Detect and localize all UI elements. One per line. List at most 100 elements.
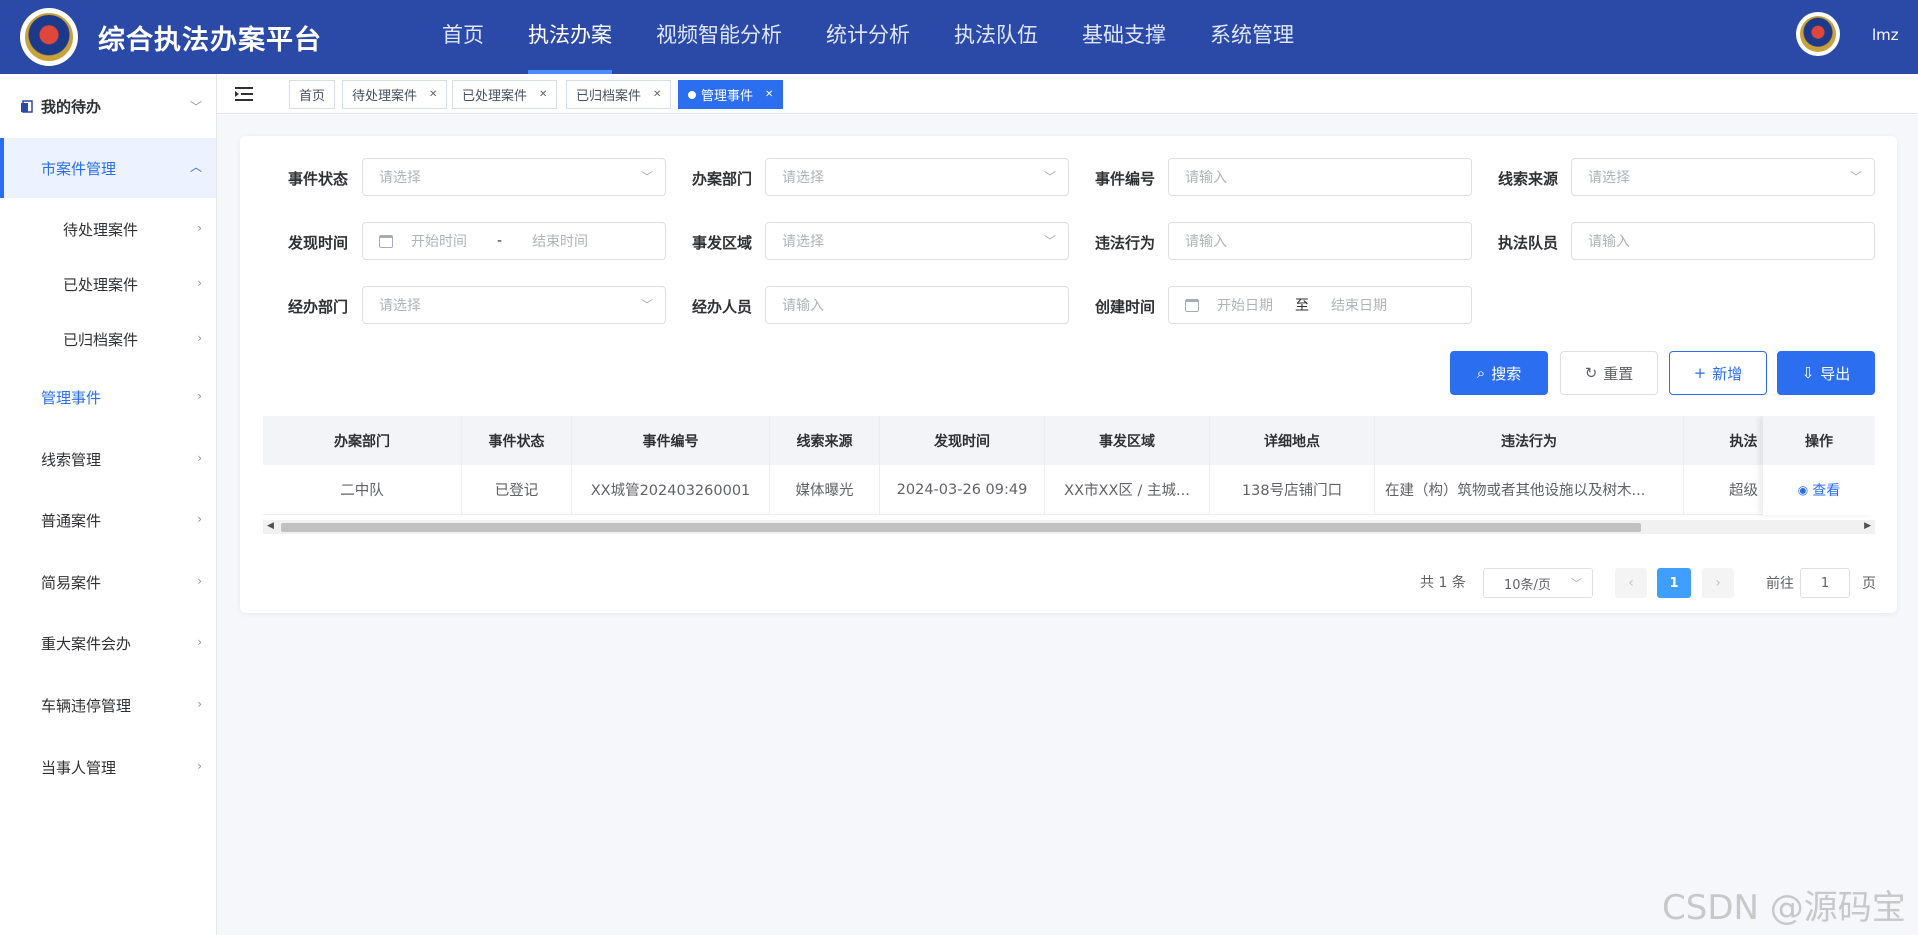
view-label: 查看 (1812, 483, 1841, 499)
sidebar-item-pending-cases[interactable]: 待处理案件 › (0, 201, 216, 257)
export-button[interactable]: ⇩ 导出 (1777, 351, 1875, 395)
close-icon[interactable]: ✕ (653, 89, 661, 100)
button-label: 新增 (1712, 364, 1743, 383)
nav-video-analysis[interactable]: 视频智能分析 (634, 0, 804, 74)
page-suffix: 页 (1862, 576, 1876, 592)
view-link[interactable]: ◉ 查看 (1763, 465, 1875, 515)
scroll-thumb[interactable] (281, 523, 1641, 532)
sidebar-item-manage-events[interactable]: 管理事件 › (0, 369, 216, 425)
goto-label: 前往 (1766, 576, 1794, 592)
sidebar-item-parking[interactable]: 车辆违停管理 › (0, 677, 216, 733)
prev-page-button[interactable]: ‹ (1615, 568, 1647, 598)
label-violation: 违法行为 (1094, 234, 1155, 252)
chevron-up-icon: ︿ (189, 160, 202, 174)
found-time-range[interactable]: 开始时间 - 结束时间 (362, 222, 666, 260)
page-size-select[interactable]: 10条/页 ﹀ (1483, 568, 1593, 598)
placeholder: 请输入 (1185, 170, 1227, 186)
dept-select[interactable]: 请选择 ﹀ (765, 158, 1069, 196)
add-button[interactable]: + 新增 (1669, 351, 1767, 395)
tag-processed-cases[interactable]: 已处理案件 ✕ (452, 80, 558, 109)
reset-button[interactable]: ↻ 重置 (1560, 351, 1658, 395)
chevron-right-icon: › (197, 221, 202, 235)
sidebar-item-label: 重大案件会办 (41, 634, 132, 653)
chevron-right-icon: › (197, 276, 202, 290)
sidebar-item-major-cases[interactable]: 重大案件会办 › (0, 615, 216, 671)
chevron-down-icon: ﹀ (189, 100, 202, 114)
chevron-right-icon: › (197, 635, 202, 649)
handle-dept-select[interactable]: 请选择 ﹀ (362, 286, 666, 324)
close-icon[interactable]: ✕ (765, 89, 773, 100)
nav-law-enforcement[interactable]: 执法办案 (506, 0, 634, 74)
range-end: 结束时间 (532, 234, 589, 250)
label-area: 事发区域 (691, 234, 752, 252)
label-member: 执法队员 (1497, 234, 1558, 252)
sidebar-item-label: 市案件管理 (41, 159, 117, 178)
export-icon: ⇩ (1801, 364, 1815, 382)
area-select[interactable]: 请选择 ﹀ (765, 222, 1069, 260)
tag-home[interactable]: 首页 (289, 80, 336, 109)
handler-input[interactable]: 请输入 (765, 286, 1069, 324)
tag-pending-cases[interactable]: 待处理案件 ✕ (342, 80, 448, 109)
chevron-right-icon: › (197, 697, 202, 711)
col-header: 事发区域 (1045, 416, 1210, 465)
chevron-right-icon: › (197, 512, 202, 526)
sidebar-item-simple-cases[interactable]: 简易案件 › (0, 554, 216, 610)
event-no-input[interactable]: 请输入 (1168, 158, 1472, 196)
placeholder: 请输入 (1185, 234, 1227, 250)
cell-violation: 在建（构）筑物或者其他设施以及树木... (1375, 465, 1684, 514)
violation-input[interactable]: 请输入 (1168, 222, 1472, 260)
sidebar-item-label: 已归档案件 (63, 330, 139, 349)
sidebar-item-my-todo[interactable]: 我的待办 ﹀ (0, 78, 216, 134)
close-icon[interactable]: ✕ (429, 89, 437, 100)
nav-team[interactable]: 执法队伍 (932, 0, 1060, 74)
chevron-down-icon: ﹀ (1043, 170, 1056, 184)
nav-system[interactable]: 系统管理 (1188, 0, 1316, 74)
top-header: 综合执法办案平台 首页 执法办案 视频智能分析 统计分析 执法队伍 基础支撑 系… (0, 0, 1918, 74)
event-status-select[interactable]: 请选择 ﹀ (362, 158, 666, 196)
create-time-range[interactable]: 开始日期 至 结束日期 (1168, 286, 1472, 324)
todo-icon (21, 100, 33, 113)
nav-support[interactable]: 基础支撑 (1060, 0, 1188, 74)
col-header: 发现时间 (880, 416, 1045, 465)
page-number-current[interactable]: 1 (1657, 568, 1691, 598)
scroll-right-icon[interactable]: ▶ (1864, 521, 1871, 531)
calendar-icon (1185, 298, 1199, 312)
table-header: 办案部门 事件状态 事件编号 线索来源 发现时间 事发区域 详细地点 违法行为 … (263, 416, 1804, 465)
table-row[interactable]: 二中队 已登记 XX城管202403260001 媒体曝光 2024-03-26… (263, 465, 1804, 515)
scroll-left-icon[interactable]: ◀ (267, 521, 274, 531)
chevron-right-icon: › (197, 759, 202, 773)
cell-status: 已登记 (462, 465, 572, 514)
goto-page-input[interactable]: 1 (1800, 568, 1850, 598)
sidebar-item-normal-cases[interactable]: 普通案件 › (0, 492, 216, 548)
nav-home[interactable]: 首页 (420, 0, 506, 74)
sidebar-item-parties[interactable]: 当事人管理 › (0, 739, 216, 795)
sidebar-item-label: 待处理案件 (63, 220, 139, 239)
col-header-op: 操作 (1763, 416, 1875, 465)
sidebar-item-archived-cases[interactable]: 已归档案件 › (0, 311, 216, 367)
close-icon[interactable]: ✕ (539, 89, 547, 100)
label-clue-source: 线索来源 (1497, 170, 1558, 188)
horizontal-scrollbar[interactable]: ◀ ▶ (263, 520, 1875, 534)
menu-fold-icon[interactable] (235, 86, 253, 102)
clue-source-select[interactable]: 请选择 ﹀ (1571, 158, 1875, 196)
chevron-right-icon: › (197, 574, 202, 588)
sidebar-item-city-cases[interactable]: 市案件管理 ︿ (0, 138, 216, 198)
active-dot-icon (688, 90, 696, 99)
member-input[interactable]: 请输入 (1571, 222, 1875, 260)
tag-manage-events[interactable]: 管理事件 ✕ (678, 80, 784, 109)
placeholder: 请选择 (782, 170, 824, 186)
sidebar-item-clues[interactable]: 线索管理 › (0, 431, 216, 487)
tag-archived-cases[interactable]: 已归档案件 ✕ (566, 80, 672, 109)
next-page-button[interactable]: › (1702, 568, 1734, 598)
chevron-right-icon: › (197, 451, 202, 465)
search-button[interactable]: ⌕ 搜索 (1450, 351, 1548, 395)
sidebar-item-processed-cases[interactable]: 已处理案件 › (0, 256, 216, 312)
label-dept: 办案部门 (691, 170, 752, 188)
nav-statistics[interactable]: 统计分析 (804, 0, 932, 74)
chevron-down-icon: ﹀ (640, 298, 653, 312)
avatar[interactable] (1796, 12, 1840, 56)
username[interactable]: lmz (1872, 26, 1899, 44)
placeholder: 请选择 (379, 170, 421, 186)
label-handle-dept: 经办部门 (287, 298, 348, 316)
chevron-down-icon: ﹀ (1849, 170, 1862, 184)
